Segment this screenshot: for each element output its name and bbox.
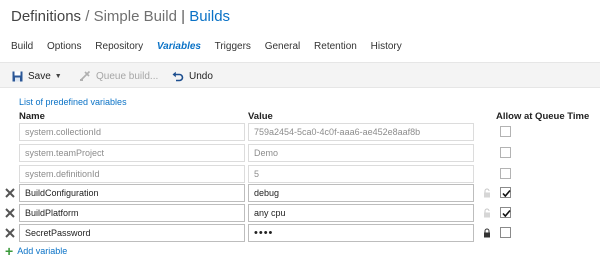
undo-button[interactable]: Undo bbox=[172, 63, 213, 89]
variable-value-field: 5 bbox=[248, 165, 474, 183]
variable-row: BuildConfiguration debug bbox=[0, 183, 600, 203]
queue-build-button[interactable]: Queue build... bbox=[79, 63, 158, 89]
tab-repository[interactable]: Repository bbox=[95, 41, 143, 52]
save-button[interactable]: Save ▼ bbox=[12, 63, 62, 89]
tab-triggers[interactable]: Triggers bbox=[215, 41, 251, 52]
tab-options[interactable]: Options bbox=[47, 41, 81, 52]
tab-variables[interactable]: Variables bbox=[157, 41, 201, 52]
allow-queue-checkbox[interactable] bbox=[500, 207, 511, 218]
allow-queue-checkbox[interactable] bbox=[500, 187, 511, 198]
allow-queue-checkbox[interactable] bbox=[500, 168, 511, 179]
undo-icon bbox=[172, 71, 184, 81]
column-header-allow: Allow at Queue Time bbox=[496, 111, 590, 122]
variable-row: system.teamProject Demo bbox=[0, 143, 600, 163]
column-header-name: Name bbox=[19, 111, 45, 122]
column-header-value: Value bbox=[248, 111, 273, 122]
variable-value-field: 759a2454-5ca0-4c0f-aaa6-ae452e8aaf8b bbox=[248, 123, 474, 141]
variable-name-input[interactable]: BuildConfiguration bbox=[19, 184, 245, 202]
predefined-variables-link[interactable]: List of predefined variables bbox=[19, 97, 127, 107]
variable-name-field: system.teamProject bbox=[19, 144, 245, 162]
unlock-icon[interactable] bbox=[483, 188, 491, 198]
variable-row: system.definitionId 5 bbox=[0, 164, 600, 184]
save-icon bbox=[12, 71, 23, 81]
checkmark-icon bbox=[502, 189, 511, 198]
title-slash: / bbox=[85, 8, 90, 25]
chevron-down-icon[interactable]: ▼ bbox=[55, 73, 62, 80]
unlock-icon[interactable] bbox=[483, 208, 491, 218]
variable-value-input[interactable]: debug bbox=[248, 184, 474, 202]
tab-history[interactable]: History bbox=[371, 41, 402, 52]
page-title: Definitions / Simple Build | Builds bbox=[11, 8, 230, 25]
variable-value-input[interactable]: any cpu bbox=[248, 204, 474, 222]
undo-label: Undo bbox=[189, 70, 213, 82]
allow-queue-checkbox[interactable] bbox=[500, 227, 511, 238]
title-definitions[interactable]: Definitions bbox=[11, 8, 81, 25]
variable-name-input[interactable]: BuildPlatform bbox=[19, 204, 245, 222]
title-build-name: Simple Build bbox=[93, 8, 177, 25]
tab-retention[interactable]: Retention bbox=[314, 41, 357, 52]
toolbar: Save ▼ Queue build... Undo bbox=[0, 62, 600, 88]
lock-icon[interactable] bbox=[483, 228, 491, 238]
title-bar: | bbox=[181, 8, 186, 25]
save-label: Save bbox=[28, 70, 51, 82]
delete-variable-icon[interactable] bbox=[4, 187, 16, 199]
allow-queue-checkbox[interactable] bbox=[500, 147, 511, 158]
queue-build-label: Queue build... bbox=[96, 70, 159, 82]
allow-queue-checkbox[interactable] bbox=[500, 126, 511, 137]
variable-name-input[interactable]: SecretPassword bbox=[19, 224, 245, 242]
queue-build-icon bbox=[80, 70, 91, 81]
variable-row: SecretPassword •••• bbox=[0, 223, 600, 243]
tab-general[interactable]: General bbox=[265, 41, 301, 52]
plus-icon: + bbox=[5, 243, 14, 259]
add-variable-button[interactable]: + Add variable bbox=[5, 243, 68, 259]
title-builds-link[interactable]: Builds bbox=[189, 8, 230, 25]
tab-bar: Build Options Repository Variables Trigg… bbox=[11, 41, 413, 52]
variable-value-field: Demo bbox=[248, 144, 474, 162]
variable-row: BuildPlatform any cpu bbox=[0, 203, 600, 223]
delete-variable-icon[interactable] bbox=[4, 227, 16, 239]
variable-name-field: system.definitionId bbox=[19, 165, 245, 183]
variable-name-field: system.collectionId bbox=[19, 123, 245, 141]
add-variable-label: Add variable bbox=[17, 246, 68, 256]
variable-row: system.collectionId 759a2454-5ca0-4c0f-a… bbox=[0, 122, 600, 142]
secret-value-input[interactable]: •••• bbox=[248, 224, 474, 242]
delete-variable-icon[interactable] bbox=[4, 207, 16, 219]
tab-build[interactable]: Build bbox=[11, 41, 33, 52]
checkmark-icon bbox=[502, 209, 511, 218]
